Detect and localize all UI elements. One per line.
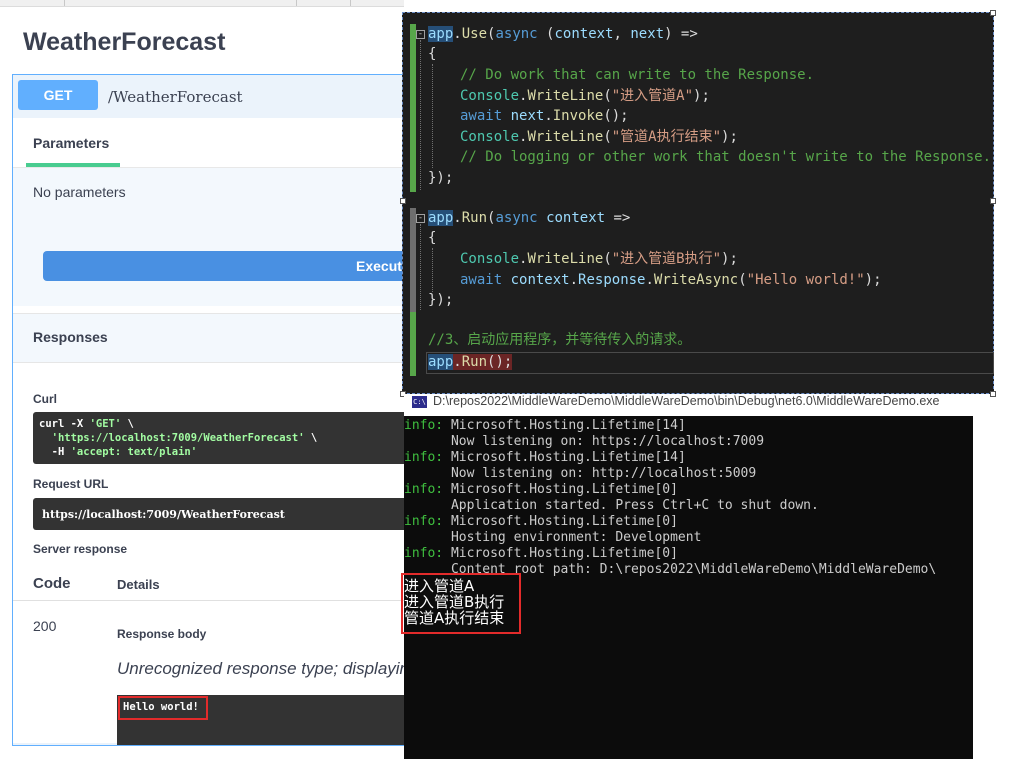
page-title: WeatherForecast (23, 28, 226, 56)
log-text: Application started. Press Ctrl+C to shu… (404, 498, 819, 513)
curl-label: Curl (33, 392, 57, 406)
change-marker (410, 24, 416, 192)
swagger-panel: WeatherForecast GET /WeatherForecast Par… (0, 0, 404, 759)
highlight-box (118, 696, 208, 720)
request-url: https://localhost:7009/WeatherForecast (42, 508, 285, 521)
log-text: Microsoft.Hosting.Lifetime[14] (443, 418, 686, 433)
log-level: info: (404, 450, 444, 465)
tab-parameters[interactable]: Parameters (33, 135, 109, 151)
indent-guide (432, 64, 434, 168)
status-code: 200 (33, 618, 57, 634)
console-app-icon: C:\ (412, 396, 427, 408)
string-literal: "进入管道A" (611, 88, 694, 104)
string-literal: "进入管道B执行" (611, 251, 722, 267)
resize-handle[interactable] (990, 391, 996, 397)
console-line: Now listening on: https://localhost:7009 (404, 434, 764, 450)
responses-title: Responses (33, 329, 108, 345)
log-text: Microsoft.Hosting.Lifetime[0] (443, 482, 678, 497)
console-title: D:\repos2022\MiddleWareDemo\MiddleWareDe… (433, 394, 940, 408)
unrecognized-type-note: Unrecognized response type; displaying c… (117, 659, 404, 678)
strip-separator (64, 0, 65, 6)
log-level: info: (404, 482, 444, 497)
log-text: Microsoft.Hosting.Lifetime[14] (443, 450, 686, 465)
change-marker (410, 208, 416, 312)
console-line: Hosting environment: Development (404, 530, 701, 546)
code-line: Console.WriteLine("管道A执行结束"); (460, 129, 738, 145)
resize-handle[interactable] (990, 10, 996, 16)
strip-separator (350, 0, 351, 6)
code-line: app.Run(async context => (428, 210, 631, 226)
code-line: }); (428, 292, 454, 308)
code-line: { (428, 46, 437, 62)
code-line: app.Run(); (428, 354, 513, 370)
endpoint-path: /WeatherForecast (108, 88, 243, 106)
fold-guide (420, 40, 422, 190)
code-line: }); (428, 170, 454, 186)
code-line: app.Use(async (context, next) => (428, 26, 698, 42)
curl-code-block[interactable]: curl -X 'GET' \ 'https://localhost:7009/… (33, 412, 404, 464)
curl-line: curl -X 'GET' \ (39, 418, 134, 430)
log-level: info: (404, 514, 444, 529)
code-comment: // Do logging or other work that doesn't… (460, 149, 992, 165)
log-text: Microsoft.Hosting.Lifetime[0] (443, 546, 678, 561)
no-parameters-text: No parameters (33, 184, 126, 200)
fold-guide (420, 224, 422, 310)
code-line: await next.Invoke(); (460, 108, 629, 124)
code-comment: //3、启动应用程序，并等待传入的请求。 (428, 332, 692, 348)
details-column-header: Details (117, 577, 160, 592)
console-line: info: Microsoft.Hosting.Lifetime[0] (404, 546, 678, 562)
request-url-label: Request URL (33, 477, 109, 491)
log-text: Microsoft.Hosting.Lifetime[0] (443, 514, 678, 529)
execute-label: Execute (356, 258, 404, 274)
browser-top-strip (0, 0, 404, 7)
string-literal: "Hello world!" (746, 272, 865, 288)
code-column-header: Code (33, 575, 71, 592)
code-comment: // Do work that can write to the Respons… (460, 67, 815, 83)
method-badge: GET (18, 80, 98, 110)
console-line: info: Microsoft.Hosting.Lifetime[0] (404, 514, 678, 530)
console-line: info: Microsoft.Hosting.Lifetime[14] (404, 450, 686, 466)
table-divider (13, 600, 404, 601)
indent-guide (432, 248, 434, 292)
strip-separator (296, 0, 297, 6)
code-line: await context.Response.WriteAsync("Hello… (460, 272, 882, 288)
resize-handle[interactable] (990, 198, 996, 204)
log-text: Hosting environment: Development (404, 530, 702, 545)
log-level: info: (404, 418, 444, 433)
log-text: Now listening on: https://localhost:7009 (404, 434, 765, 449)
execute-button[interactable]: Execute (43, 251, 404, 281)
collapse-icon[interactable]: - (416, 30, 425, 39)
collapse-icon[interactable]: - (416, 214, 425, 223)
request-url-box[interactable]: https://localhost:7009/WeatherForecast (33, 498, 404, 530)
highlight-box (401, 573, 521, 634)
curl-line: -H 'accept: text/plain' (39, 446, 198, 458)
string-literal: "管道A执行结束" (611, 129, 722, 145)
console-line: info: Microsoft.Hosting.Lifetime[0] (404, 482, 678, 498)
response-body-label: Response body (117, 627, 207, 641)
code-line: Console.WriteLine("进入管道A"); (460, 88, 710, 104)
server-response-label: Server response (33, 542, 128, 556)
console-line: Now listening on: http://localhost:5009 (404, 466, 756, 482)
code-line: { (428, 230, 437, 246)
log-text: Now listening on: http://localhost:5009 (404, 466, 757, 481)
log-level: info: (404, 546, 444, 561)
change-marker (410, 312, 416, 376)
console-line: info: Microsoft.Hosting.Lifetime[14] (404, 418, 686, 434)
resize-handle[interactable] (400, 198, 406, 204)
code-line: Console.WriteLine("进入管道B执行"); (460, 251, 738, 267)
console-line: Application started. Press Ctrl+C to shu… (404, 498, 819, 514)
curl-line: 'https://localhost:7009/WeatherForecast'… (51, 432, 318, 444)
